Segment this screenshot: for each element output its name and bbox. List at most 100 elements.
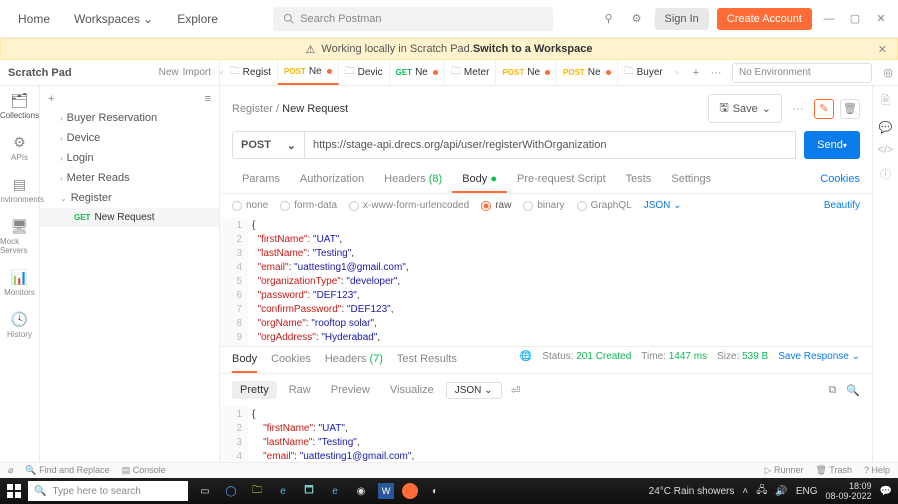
tree-item[interactable]: ⌄Register	[40, 188, 219, 208]
resp-tab-cookies[interactable]: Cookies	[271, 353, 311, 373]
wrap-icon[interactable]: ⏎	[506, 380, 526, 400]
body-binary[interactable]: binary	[523, 200, 564, 211]
save-response-button[interactable]: Save Response ⌄	[778, 351, 860, 362]
tb-app[interactable]: ◐	[426, 482, 444, 500]
request-body-editor[interactable]: 1234567891011 { "firstName": "UAT", "las…	[220, 217, 872, 347]
window-close[interactable]: ✕	[872, 10, 890, 28]
resp-tab-body[interactable]: Body	[232, 353, 257, 373]
body-raw[interactable]: raw	[481, 200, 511, 211]
request-tab[interactable]: GETNe	[390, 60, 445, 85]
save-button[interactable]: 🖫Save ⌄	[708, 94, 782, 123]
sidebar-collections[interactable]: 🗂Collections	[0, 92, 39, 120]
search-input[interactable]: Search Postman	[273, 7, 553, 31]
docs-icon[interactable]: 🗎	[881, 92, 890, 111]
notifications-icon[interactable]: 💬	[880, 486, 892, 497]
body-graphql[interactable]: GraphQL	[577, 200, 632, 211]
settings-icon[interactable]: ⚙	[627, 9, 647, 29]
new-button[interactable]: New	[159, 67, 179, 78]
banner-close-icon[interactable]: ✕	[878, 43, 887, 56]
sidebar-environments[interactable]: ▤Environments	[0, 176, 44, 204]
environment-select[interactable]: No Environment	[732, 63, 872, 83]
more-actions[interactable]: ···	[788, 99, 808, 119]
tab-next[interactable]: ›	[668, 67, 686, 79]
tb-postman[interactable]	[402, 483, 418, 499]
body-type-select[interactable]: JSON ⌄	[644, 200, 682, 211]
sync-icon[interactable]: ⌀	[8, 465, 13, 476]
tab-params[interactable]: Params	[232, 167, 290, 193]
body-urlencoded[interactable]: x-www-form-urlencoded	[349, 200, 469, 211]
tab-prerequest[interactable]: Pre-request Script	[507, 167, 616, 193]
find-replace[interactable]: 🔍 Find and Replace	[25, 465, 109, 476]
code-icon[interactable]: </>	[878, 144, 894, 156]
tray-lang[interactable]: ENG	[796, 486, 818, 497]
tab-body[interactable]: Body ●	[452, 167, 507, 193]
comments-icon[interactable]: 💬	[879, 121, 893, 134]
clock[interactable]: 18:0908-09-2022	[826, 481, 872, 501]
beautify-button[interactable]: Beautify	[824, 200, 860, 211]
copy-icon[interactable]: ⧉	[828, 384, 836, 397]
request-tab[interactable]: 🗀Devic	[339, 60, 390, 85]
env-eye-icon[interactable]: ◎	[878, 63, 898, 83]
tab-settings[interactable]: Settings	[661, 167, 721, 193]
tray-up-icon[interactable]: ˄	[742, 486, 748, 497]
nav-explore[interactable]: Explore	[167, 6, 228, 32]
tree-filter-icon[interactable]: ≡	[205, 93, 211, 105]
request-tab[interactable]: 🗀Regist	[224, 60, 278, 85]
tb-mail[interactable]: 🗖	[300, 482, 318, 500]
view-visualize[interactable]: Visualize	[382, 381, 442, 399]
help[interactable]: ? Help	[864, 465, 890, 476]
switch-workspace-link[interactable]: Switch to a Workspace	[473, 43, 593, 55]
view-raw[interactable]: Raw	[281, 381, 319, 399]
tab-add[interactable]: +	[686, 63, 706, 83]
nav-home[interactable]: Home	[8, 6, 60, 32]
resp-tab-tests[interactable]: Test Results	[397, 353, 457, 373]
request-tab[interactable]: POSTNe	[278, 60, 339, 85]
taskbar-search[interactable]: 🔍Type here to search	[28, 481, 188, 501]
resp-type-select[interactable]: JSON ⌄	[446, 382, 502, 399]
window-maximize[interactable]: ▢	[846, 10, 864, 28]
resp-tab-headers[interactable]: Headers (7)	[325, 353, 383, 373]
tb-edge[interactable]: e	[274, 482, 292, 500]
window-minimize[interactable]: —	[820, 10, 838, 28]
cookies-link[interactable]: Cookies	[820, 173, 860, 185]
body-none[interactable]: none	[232, 200, 268, 211]
delete-icon[interactable]: 🗑	[840, 99, 860, 119]
tray-volume-icon[interactable]: 🔊	[775, 486, 787, 497]
tb-word[interactable]: W	[378, 483, 394, 499]
url-input[interactable]	[304, 131, 796, 159]
tab-tests[interactable]: Tests	[616, 167, 662, 193]
sidebar-monitors[interactable]: 📊Monitors	[4, 269, 35, 297]
tray-network-icon[interactable]: 🖧	[756, 483, 767, 500]
view-pretty[interactable]: Pretty	[232, 381, 277, 399]
sidebar-mock-servers[interactable]: 🖥Mock Servers	[0, 218, 39, 255]
sidebar-apis[interactable]: ⚙APIs	[11, 134, 28, 162]
runner[interactable]: ▷ Runner	[765, 465, 804, 476]
tree-item[interactable]: ›Device	[40, 128, 219, 148]
request-tab[interactable]: POSTNe	[557, 60, 618, 85]
tree-item[interactable]: ›Login	[40, 148, 219, 168]
tree-sub-new-request[interactable]: GET New Request	[40, 208, 219, 227]
invite-icon[interactable]: ⚲	[599, 9, 619, 29]
tab-authorization[interactable]: Authorization	[290, 167, 374, 193]
windows-start[interactable]	[0, 484, 28, 498]
tb-cortana[interactable]: ◯	[222, 482, 240, 500]
request-tab[interactable]: 🗀Buyer	[618, 60, 668, 85]
nav-workspaces[interactable]: Workspaces ⌄	[64, 6, 163, 32]
tb-chrome[interactable]: ◉	[352, 482, 370, 500]
trash[interactable]: 🗑 Trash	[816, 465, 852, 476]
import-button[interactable]: Import	[183, 67, 211, 78]
weather[interactable]: 24°C Rain showers	[649, 486, 735, 497]
sidebar-history[interactable]: 🕓History	[7, 311, 32, 339]
tb-explorer[interactable]: 🗀	[248, 482, 266, 500]
tree-add-icon[interactable]: +	[48, 93, 54, 105]
create-account-button[interactable]: Create Account	[717, 8, 812, 30]
request-tab[interactable]: POSTNe	[496, 60, 557, 85]
response-body-editor[interactable]: 1234567891011 { "firstName": "UAT", "las…	[220, 406, 872, 462]
tb-ie[interactable]: e	[326, 482, 344, 500]
body-formdata[interactable]: form-data	[280, 200, 337, 211]
tab-more[interactable]: ···	[706, 63, 726, 83]
edit-icon[interactable]: ✎	[814, 99, 834, 119]
view-preview[interactable]: Preview	[323, 381, 378, 399]
search-response-icon[interactable]: 🔍	[846, 384, 860, 397]
tb-taskview[interactable]: ▭	[196, 482, 214, 500]
